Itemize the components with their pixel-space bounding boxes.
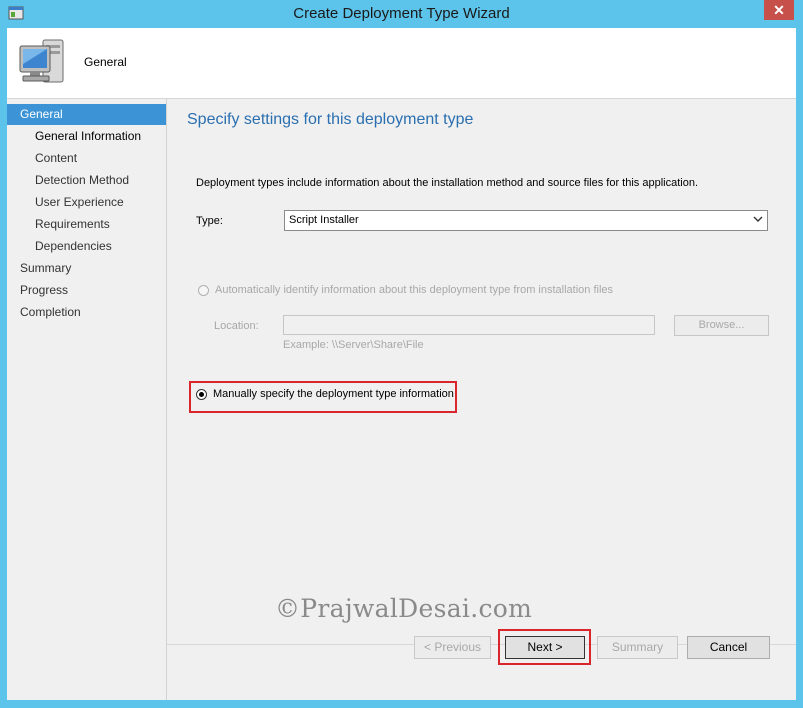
manual-specify-radio[interactable] — [196, 389, 207, 400]
watermark: ©PrajwalDesai.com — [275, 594, 533, 623]
sidebar-item-general-information[interactable]: General Information — [35, 126, 141, 147]
location-label: Location: — [214, 320, 259, 332]
manual-specify-label: Manually specify the deployment type inf… — [213, 388, 454, 400]
location-example: Example: \\Server\Share\File — [283, 339, 424, 351]
title-bar: Create Deployment Type Wizard ✕ — [0, 0, 803, 28]
previous-button[interactable]: < Previous — [414, 636, 491, 659]
wizard-main-panel: Specify settings for this deployment typ… — [167, 99, 796, 644]
sidebar-item-dependencies[interactable]: Dependencies — [35, 236, 112, 257]
location-input[interactable] — [283, 315, 655, 335]
sidebar-item-content[interactable]: Content — [35, 148, 77, 169]
wizard-sidebar: General General Information Content Dete… — [7, 99, 167, 700]
next-button[interactable]: Next > — [505, 636, 585, 659]
window-title: Create Deployment Type Wizard — [293, 5, 510, 22]
type-label: Type: — [196, 215, 223, 227]
page-heading: Specify settings for this deployment typ… — [187, 111, 474, 128]
auto-identify-label: Automatically identify information about… — [215, 284, 614, 296]
auto-identify-radio[interactable] — [198, 285, 209, 296]
computer-icon — [19, 39, 64, 83]
page-description: Deployment types include information abo… — [196, 177, 699, 189]
wizard-header: General — [7, 28, 796, 99]
sidebar-item-summary[interactable]: Summary — [20, 258, 71, 279]
sidebar-item-progress[interactable]: Progress — [20, 280, 68, 301]
window-bottom-border — [0, 700, 803, 708]
type-dropdown[interactable]: Script Installer — [284, 210, 768, 231]
sidebar-item-user-experience[interactable]: User Experience — [35, 192, 124, 213]
browse-button[interactable]: Browse... — [674, 315, 769, 336]
sidebar-item-requirements[interactable]: Requirements — [35, 214, 110, 235]
header-title: General — [84, 55, 127, 69]
chevron-down-icon — [753, 216, 763, 222]
close-button[interactable]: ✕ — [764, 0, 794, 20]
sidebar-item-general[interactable]: General — [7, 104, 166, 125]
type-dropdown-value: Script Installer — [289, 214, 359, 226]
summary-button[interactable]: Summary — [597, 636, 678, 659]
sidebar-item-completion[interactable]: Completion — [20, 302, 81, 323]
sidebar-item-detection-method[interactable]: Detection Method — [35, 170, 129, 191]
cancel-button[interactable]: Cancel — [687, 636, 770, 659]
